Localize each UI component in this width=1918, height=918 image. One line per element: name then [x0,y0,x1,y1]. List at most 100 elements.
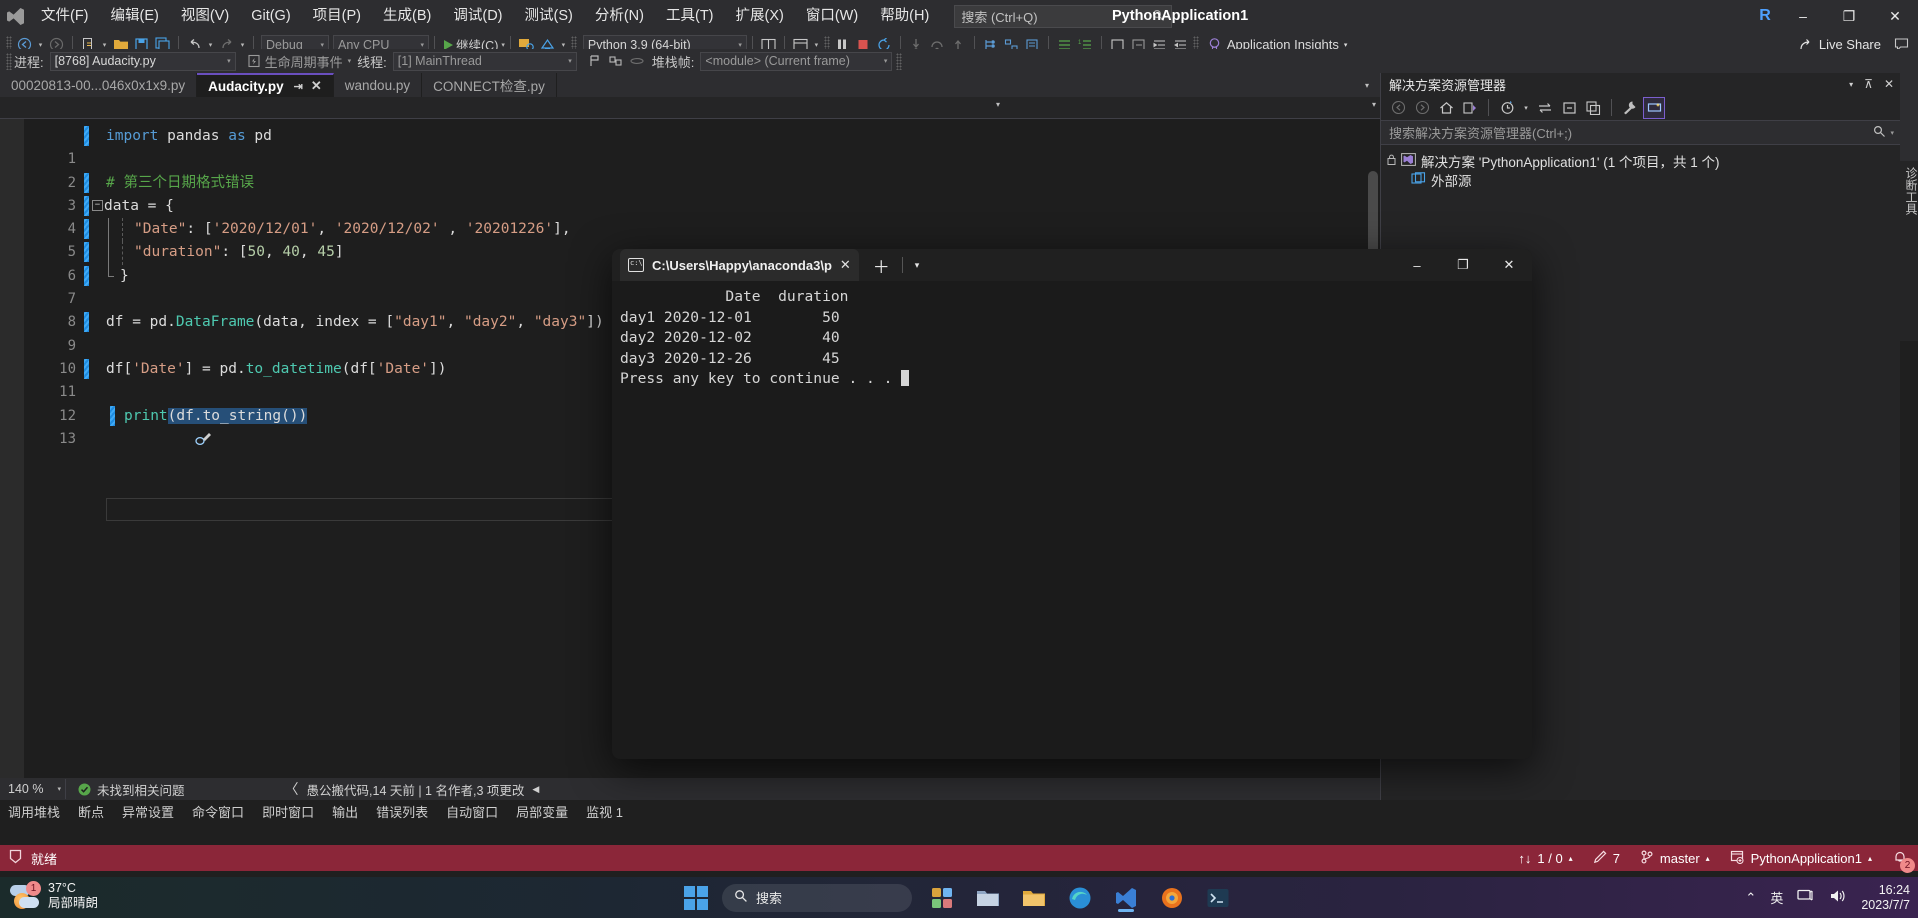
menu-window[interactable]: 窗口(W) [795,3,869,29]
editor-tab-audacity[interactable]: Audacity.py ⇥ ✕ [197,73,334,97]
menu-analyze[interactable]: 分析(N) [584,3,655,29]
close-tab-icon[interactable]: ✕ [311,78,322,94]
close-console-tab-icon[interactable]: ✕ [840,257,851,273]
stackframe-select[interactable]: <module> (Current frame) ▾ [700,51,893,71]
tree-item-external-sources[interactable]: 外部源 [1387,170,1900,189]
dock-tab-output[interactable]: 输出 [332,802,358,821]
close-button[interactable]: ✕ [1872,0,1918,32]
account-avatar[interactable]: R [1750,0,1780,32]
codelens-indicator[interactable]: 〈 愚公搬代码,14 天前 | 1 名作者,3 项更改 ◀ [285,779,540,799]
menu-edit[interactable]: 编辑(E) [100,3,170,29]
dock-tab-error-list[interactable]: 错误列表 [376,802,428,821]
toolbar-grip[interactable] [896,52,903,70]
notifications-button[interactable]: 2 [1892,849,1915,873]
diagnostic-tools-vertical-tab[interactable]: 诊断工具 [1900,161,1918,341]
dock-tab-breakpoints[interactable]: 断点 [78,802,104,821]
pending-changes[interactable]: 7 [1593,850,1620,867]
issues-indicator[interactable]: 未找到相关问题 [78,780,185,799]
menu-help[interactable]: 帮助(H) [869,3,940,29]
tree-item-solution[interactable]: 解决方案 'PythonApplication1' (1 个项目，共 1 个) [1387,151,1900,170]
minimize-button[interactable]: – [1780,0,1826,32]
editor-tab-connect[interactable]: CONNECT检查.py [422,73,557,97]
navbar-member-chevron-icon[interactable]: ▾ [996,100,1000,109]
menu-view[interactable]: 视图(V) [170,3,240,29]
menu-project[interactable]: 项目(P) [302,3,372,29]
show-all-files-icon[interactable] [1582,97,1604,119]
dock-tab-autos[interactable]: 自动窗口 [446,802,498,821]
pending-changes-caret-icon[interactable]: ▾ [1520,97,1532,119]
panel-menu-chevron-icon[interactable]: ▾ [1849,80,1853,89]
volume-icon[interactable] [1829,888,1847,907]
menu-git[interactable]: Git(G) [240,3,301,29]
menu-extensions[interactable]: 扩展(X) [725,3,795,29]
change-indicator [84,195,89,216]
pending-changes-icon[interactable] [1496,97,1518,119]
dock-tab-command-window[interactable]: 命令窗口 [192,802,244,821]
switch-views-icon[interactable] [1459,97,1481,119]
dock-tab-immediate-window[interactable]: 即时窗口 [262,802,314,821]
file-explorer-icon[interactable] [972,882,1004,914]
editor-tab-wandou[interactable]: wandou.py [333,73,423,97]
lifecycle-events-icon[interactable] [244,51,265,72]
zoom-level-select[interactable]: 140 % ▾ [4,779,66,799]
taskbar-search-input[interactable]: 搜索 [722,883,912,912]
thread-select[interactable]: [1] MainThread ▾ [392,51,577,71]
dock-tab-exception-settings[interactable]: 异常设置 [122,802,174,821]
line-content: df = pd.DataFrame(data, index = ["day1",… [106,314,604,331]
widgets-icon[interactable] [926,882,958,914]
firefox-icon[interactable] [1156,882,1188,914]
preview-selected-items-icon[interactable] [1643,96,1665,119]
menu-tools[interactable]: 工具(T) [655,3,725,29]
codelens-next-icon[interactable]: ◀ [532,784,539,795]
console-maximize-button[interactable]: ❐ [1440,249,1486,281]
ime-indicator[interactable]: 英 [1770,888,1783,907]
line-content: "Date": ['2020/12/01', '2020/12/02' , '2… [134,221,571,238]
solution-explorer-search-input[interactable]: 搜索解决方案资源管理器(Ctrl+;) ▾ [1381,121,1900,145]
console-minimize-button[interactable]: – [1394,249,1440,281]
source-control-sync[interactable]: ↑↓ 1 / 0 ▴ [1518,851,1572,866]
tab-label: 00020813-00...046x0x1x9.py [11,77,186,93]
properties-wrench-icon[interactable] [1619,97,1641,119]
console-output[interactable]: Date duration day1 2020-12-01 50 day2 20… [612,281,1532,396]
codelens-prev-icon[interactable]: 〈 [285,779,299,799]
new-terminal-tab-icon[interactable]: ＋ [873,253,890,278]
menu-debug[interactable]: 调试(D) [442,3,513,29]
chevron-down-icon[interactable]: ▾ [1890,129,1894,137]
close-panel-icon[interactable]: ✕ [1884,77,1894,91]
vscode-icon[interactable] [1110,882,1142,914]
collapse-region-icon[interactable]: − [92,199,103,211]
taskbar-clock[interactable]: 16:24 2023/7/7 [1861,883,1910,913]
terminal-dropdown-chevron-icon[interactable]: ▾ [915,260,920,271]
console-tab[interactable]: c:\ C:\Users\Happy\anaconda3\p ✕ [620,249,859,281]
terminal-icon[interactable] [1202,882,1234,914]
home-icon[interactable] [1435,97,1457,119]
maximize-restore-button[interactable]: ❐ [1826,0,1872,32]
collapse-all-icon[interactable] [1558,97,1580,119]
tray-expand-chevron-icon[interactable]: ⌃ [1745,890,1756,906]
console-window[interactable]: c:\ C:\Users\Happy\anaconda3\p ✕ ＋ ▾ – ❐… [612,249,1532,759]
editor-tab-00020813[interactable]: 00020813-00...046x0x1x9.py [0,73,198,97]
flag-group-icon[interactable] [606,51,627,72]
pin-panel-icon[interactable]: ⊼ [1864,77,1873,91]
menu-test[interactable]: 测试(S) [514,3,584,29]
navbar-type-chevron-icon[interactable]: ▾ [1372,100,1376,109]
dock-tab-watch1[interactable]: 监视 1 [586,802,623,821]
network-icon[interactable] [1797,888,1815,907]
toolbar-grip[interactable] [6,52,12,70]
branch-selector[interactable]: master ▴ [1640,850,1710,867]
dock-tab-locals[interactable]: 局部变量 [516,802,568,821]
process-select[interactable]: [8768] Audacity.py ▾ [49,51,236,71]
sync-with-active-document-icon[interactable] [1534,97,1556,119]
start-button-icon[interactable] [684,885,708,910]
console-close-button[interactable]: ✕ [1486,249,1532,281]
editor-indicator-margin[interactable] [0,119,24,800]
tab-overflow-chevron-icon[interactable]: ▾ [1358,73,1376,97]
dock-tab-call-stack[interactable]: 调用堆栈 [8,802,60,821]
menu-build[interactable]: 生成(B) [372,3,442,29]
menu-file[interactable]: 文件(F) [30,3,100,29]
pin-tab-icon[interactable]: ⇥ [294,80,303,93]
repository-selector[interactable]: PythonApplication1 ▴ [1730,850,1872,867]
folder-icon[interactable] [1018,882,1050,914]
flag-icon[interactable] [585,51,606,72]
edge-icon[interactable] [1064,882,1096,914]
